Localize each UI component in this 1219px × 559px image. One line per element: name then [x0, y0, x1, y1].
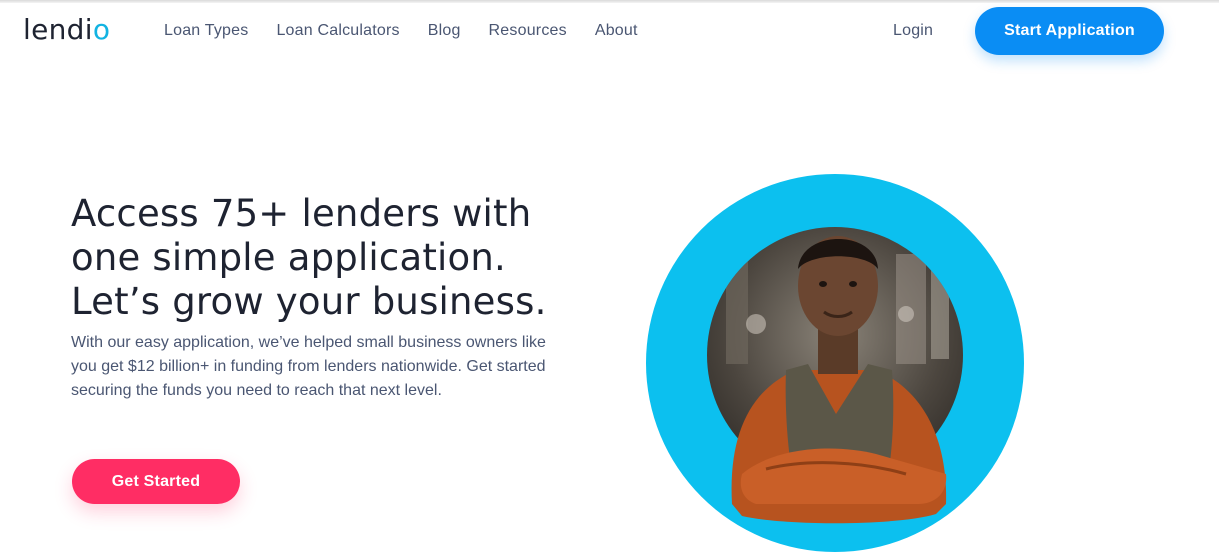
top-shadow-rule: [0, 0, 1219, 3]
start-application-button[interactable]: Start Application: [975, 7, 1164, 55]
hero-photo-business-owner: [646, 174, 1024, 552]
hero-description: With our easy application, we’ve helped …: [71, 331, 561, 403]
nav-about[interactable]: About: [595, 20, 638, 42]
lendio-logo[interactable]: lendio: [23, 12, 110, 48]
logo-wordmark: lendi: [23, 13, 93, 46]
nav-loan-types[interactable]: Loan Types: [164, 20, 248, 42]
nav-blog[interactable]: Blog: [428, 20, 461, 42]
logo-accent-letter: o: [92, 13, 111, 46]
hero-description-line: With our easy application, we’ve helped …: [71, 334, 546, 351]
hero-title: Access 75+ lenders with one simple appli…: [71, 192, 591, 324]
nav-loan-calculators[interactable]: Loan Calculators: [276, 20, 399, 42]
login-link[interactable]: Login: [893, 20, 933, 42]
get-started-button[interactable]: Get Started: [72, 459, 240, 504]
hero-description-line: you get $12 billion+ in funding from len…: [71, 358, 546, 375]
hero-title-line: one simple application.: [71, 236, 506, 279]
hero-title-line: Access 75+ lenders with: [71, 192, 532, 235]
nav-resources[interactable]: Resources: [489, 20, 567, 42]
hero-description-line: securing the funds you need to reach tha…: [71, 382, 442, 399]
hero-title-line: Let’s grow your business.: [71, 280, 547, 323]
main-nav: Loan Types Loan Calculators Blog Resourc…: [164, 20, 666, 42]
landing-page: lendio Loan Types Loan Calculators Blog …: [0, 0, 1219, 559]
